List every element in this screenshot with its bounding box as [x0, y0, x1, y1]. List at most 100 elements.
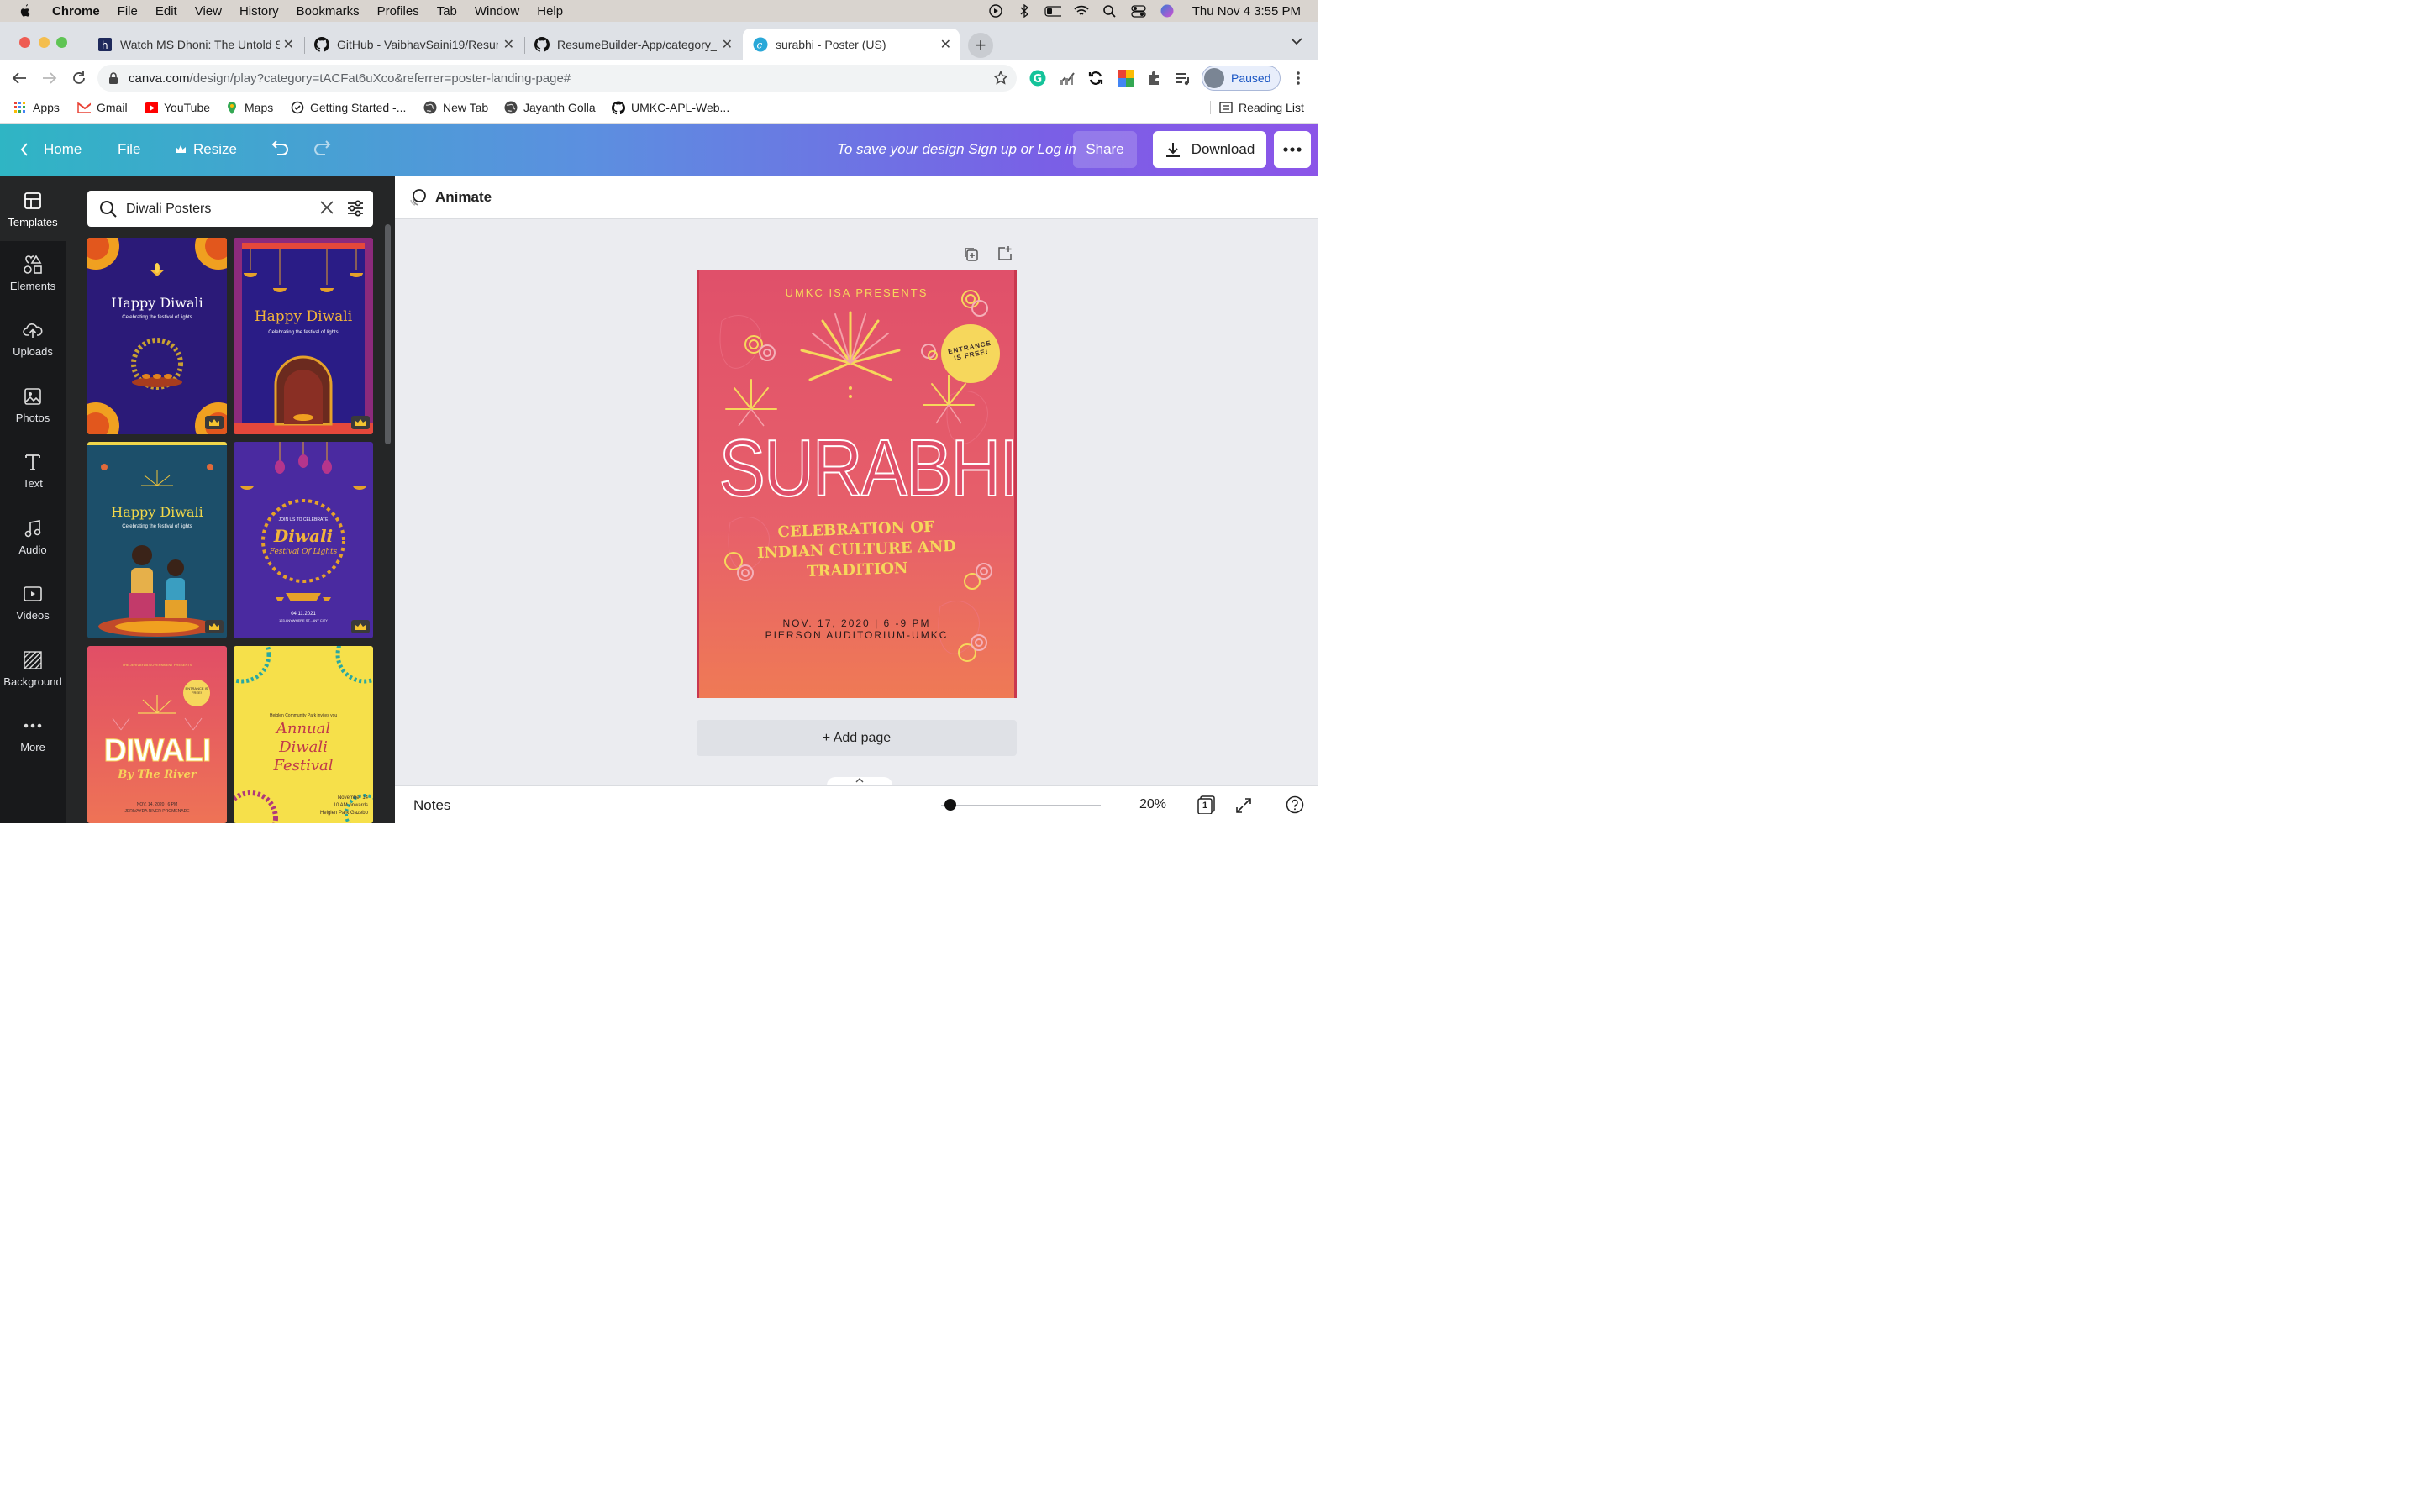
menu-edit[interactable]: Edit: [155, 4, 177, 18]
template-thumbnail[interactable]: Happy Diwali Celebrating the festival of…: [87, 238, 227, 434]
log-in-link[interactable]: Log in: [1038, 141, 1076, 157]
fullscreen-icon[interactable]: [1235, 797, 1252, 814]
battery-icon[interactable]: [1044, 4, 1061, 18]
menu-help[interactable]: Help: [537, 4, 563, 18]
play-status-icon[interactable]: [987, 4, 1004, 18]
download-button[interactable]: Download: [1153, 131, 1266, 168]
menu-history[interactable]: History: [239, 4, 279, 18]
menu-profiles[interactable]: Profiles: [377, 4, 419, 18]
bookmark-getting-started[interactable]: Getting Started -...: [291, 101, 406, 114]
tab-close-icon[interactable]: ✕: [940, 36, 951, 53]
bookmark-apps[interactable]: Apps: [13, 101, 60, 114]
menu-bookmarks[interactable]: Bookmarks: [297, 4, 360, 18]
animate-button[interactable]: Animate: [408, 188, 492, 207]
tab-separator: [524, 37, 525, 54]
window-minimize-button[interactable]: [39, 37, 50, 48]
menubar-clock[interactable]: Thu Nov 4 3:55 PM: [1192, 4, 1301, 18]
profile-paused-button[interactable]: Paused: [1202, 66, 1281, 91]
search-input[interactable]: Diwali Posters: [126, 202, 211, 217]
sync-extension-icon[interactable]: [1087, 70, 1104, 87]
back-arrow-icon[interactable]: [10, 69, 29, 87]
bookmark-umkc-apl[interactable]: UMKC-APL-Web...: [612, 101, 729, 114]
filter-sliders-icon[interactable]: [346, 199, 365, 218]
page-count-button[interactable]: 1: [1197, 795, 1216, 814]
menu-file[interactable]: File: [118, 4, 138, 18]
color-picker-extension-icon[interactable]: [1118, 70, 1134, 87]
tab-close-icon[interactable]: ✕: [503, 36, 514, 53]
file-menu-button[interactable]: File: [118, 141, 140, 158]
rail-item-background[interactable]: Background: [0, 650, 66, 709]
rail-item-videos[interactable]: Videos: [0, 584, 66, 643]
address-bar[interactable]: canva.com/design/play?category=tACFat6uX…: [97, 65, 1017, 92]
notes-button[interactable]: Notes: [413, 797, 450, 814]
panel-scrollbar[interactable]: [385, 224, 391, 444]
wifi-icon[interactable]: [1073, 4, 1090, 18]
bookmark-jayanth-golla[interactable]: Jayanth Golla: [504, 101, 596, 114]
menu-window[interactable]: Window: [475, 4, 519, 18]
template-thumbnail[interactable]: Happy Diwali Celebrating the festival of…: [234, 238, 373, 434]
rail-item-text[interactable]: Text: [0, 452, 66, 511]
resize-button[interactable]: Resize: [175, 141, 237, 158]
undo-button[interactable]: [270, 139, 290, 156]
template-thumbnail[interactable]: Happy Diwali Celebrating the festival of…: [87, 442, 227, 638]
browser-tab[interactable]: h Watch MS Dhoni: The Untold S ✕: [87, 29, 302, 60]
template-thumbnail[interactable]: JOIN US TO CELEBRATE Diwali Festival Of …: [234, 442, 373, 638]
chrome-menu-icon[interactable]: [1289, 69, 1307, 87]
template-thumbnail[interactable]: THE JERIVAYDA GOVERNMENT PRESENTS ENTRAN…: [87, 646, 227, 823]
extensions-puzzle-icon[interactable]: [1146, 70, 1163, 87]
zoom-level[interactable]: 20%: [1139, 797, 1166, 812]
bookmark-label: UMKC-APL-Web...: [631, 101, 730, 114]
apple-menu-icon[interactable]: [18, 3, 34, 18]
sign-up-link[interactable]: Sign up: [968, 141, 1017, 157]
menu-app-name[interactable]: Chrome: [52, 4, 100, 18]
tab-close-icon[interactable]: ✕: [722, 36, 733, 53]
menu-tab[interactable]: Tab: [437, 4, 457, 18]
window-zoom-button[interactable]: [56, 37, 67, 48]
rail-item-elements[interactable]: Elements: [0, 255, 66, 313]
bookmark-new-tab[interactable]: New Tab: [424, 101, 488, 114]
zoom-slider-handle[interactable]: [944, 799, 956, 811]
reading-list-button[interactable]: Reading List: [1210, 101, 1304, 114]
rail-item-photos[interactable]: Photos: [0, 386, 66, 445]
spotlight-search-icon[interactable]: [1102, 4, 1118, 18]
lock-icon[interactable]: [108, 71, 118, 85]
grammarly-extension-icon[interactable]: G: [1029, 70, 1046, 87]
reload-icon[interactable]: [70, 69, 88, 87]
add-page-icon[interactable]: [997, 245, 1012, 260]
forward-arrow-icon[interactable]: [40, 69, 59, 87]
clear-search-icon[interactable]: [319, 200, 334, 215]
share-button[interactable]: Share: [1073, 131, 1137, 168]
rail-item-templates[interactable]: Templates: [0, 176, 66, 241]
bookmark-youtube[interactable]: YouTube: [145, 101, 210, 114]
siri-icon[interactable]: [1159, 4, 1176, 18]
menu-view[interactable]: View: [195, 4, 222, 18]
home-button[interactable]: Home: [20, 141, 82, 158]
bookmark-maps[interactable]: Maps: [225, 101, 273, 114]
media-control-icon[interactable]: [1175, 70, 1192, 87]
redo-button[interactable]: [313, 139, 333, 156]
bluetooth-icon[interactable]: [1016, 4, 1033, 18]
help-icon[interactable]: [1286, 795, 1304, 814]
bookmark-gmail[interactable]: Gmail: [77, 101, 128, 114]
bookmark-star-icon[interactable]: [993, 71, 1008, 86]
zoom-slider-track[interactable]: [941, 805, 1101, 806]
template-thumbnail[interactable]: Heiglen Community Park invites you Annua…: [234, 646, 373, 823]
tab-close-icon[interactable]: ✕: [283, 36, 294, 53]
new-tab-button[interactable]: +: [968, 33, 993, 58]
rail-item-more[interactable]: More: [0, 716, 66, 774]
rail-item-uploads[interactable]: Uploads: [0, 320, 66, 379]
tab-search-chevron-icon[interactable]: [1291, 37, 1302, 45]
browser-tab[interactable]: GitHub - VaibhavSaini19/Resum ✕: [306, 29, 523, 60]
template-search-field[interactable]: Diwali Posters: [87, 191, 373, 227]
duplicate-page-icon[interactable]: [963, 246, 978, 261]
browser-tab[interactable]: ResumeBuilder-App/category_ ✕: [526, 29, 741, 60]
tab-title: surabhi - Poster (US): [776, 38, 886, 51]
control-center-icon[interactable]: [1130, 4, 1147, 18]
design-canvas[interactable]: UMKC ISA PRESENTS ENTRANCE IS FREE! SURA…: [697, 270, 1017, 698]
analytics-extension-icon[interactable]: [1059, 70, 1076, 87]
add-page-button[interactable]: + Add page: [697, 720, 1017, 756]
more-options-button[interactable]: [1274, 131, 1311, 168]
rail-item-audio[interactable]: Audio: [0, 518, 66, 577]
window-close-button[interactable]: [19, 37, 30, 48]
browser-tab-active[interactable]: c surabhi - Poster (US) ✕: [743, 29, 960, 60]
